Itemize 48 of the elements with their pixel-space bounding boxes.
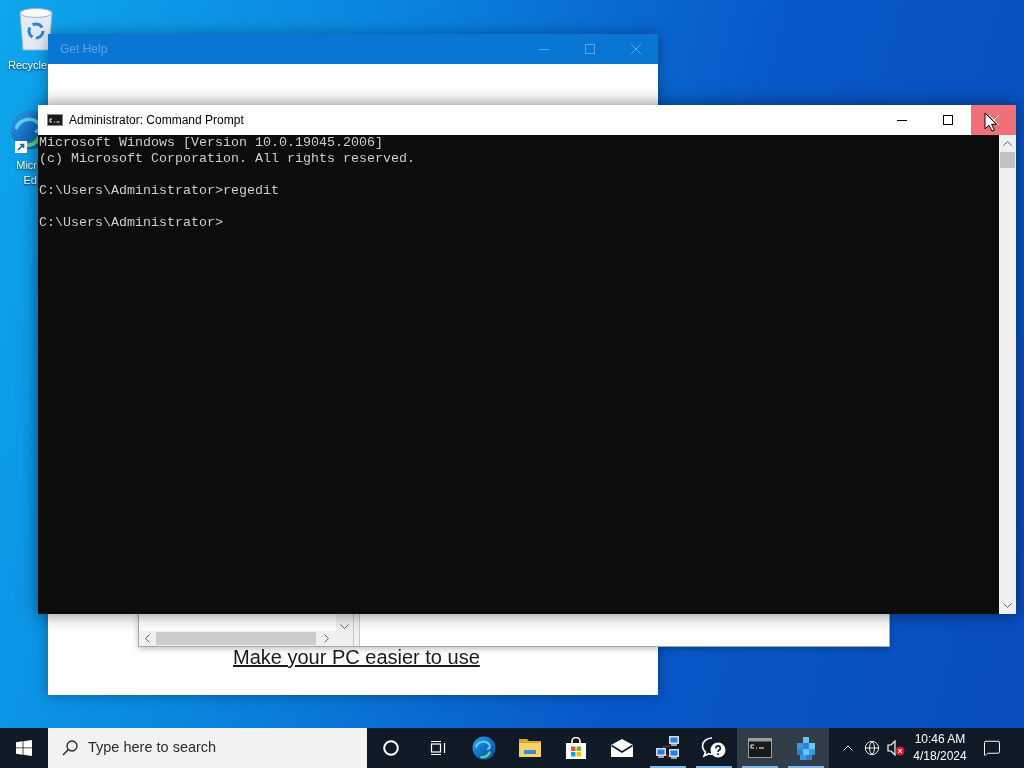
networked-computers-icon: [655, 736, 681, 760]
chevron-up-icon[interactable]: [1003, 141, 1012, 146]
window-stack-icon: [430, 740, 446, 756]
cubes-icon: [794, 736, 818, 760]
scrollbar[interactable]: [139, 631, 353, 646]
clock-button[interactable]: 10:46 AM 4/18/2024: [908, 728, 972, 768]
close-button[interactable]: [971, 105, 1016, 135]
scrollbar[interactable]: [999, 135, 1016, 614]
console-line: (c) Microsoft Corporation. All rights reserved.: [39, 151, 415, 167]
speech-bubble-icon: [983, 739, 1001, 757]
mouse-pointer-icon: [984, 112, 997, 132]
folder-icon: [518, 738, 542, 758]
minimize-icon: [539, 48, 549, 50]
globe-icon: [864, 740, 880, 756]
maximize-icon: [585, 44, 595, 54]
close-icon: [630, 44, 641, 54]
recycle-bin-icon[interactable]: [16, 6, 56, 52]
search-input[interactable]: Type here to search: [88, 737, 359, 759]
swirl-logo-icon: [472, 736, 496, 760]
window-title: Get Help: [59, 41, 109, 58]
taskbar-button[interactable]: [737, 728, 783, 768]
windows-logo-icon: [16, 740, 32, 756]
console-line: Microsoft Windows [Version 10.0.19045.2006]: [39, 135, 383, 151]
chevron-down-icon[interactable]: [340, 624, 349, 629]
help-bubble-icon: [701, 736, 727, 760]
ring-icon: [383, 740, 399, 756]
chevron-down-icon[interactable]: [1003, 603, 1012, 608]
shortcut-arrow-icon: [15, 141, 27, 153]
icon-label: Ed: [23, 173, 37, 188]
scrollbar-thumb[interactable]: [1000, 152, 1015, 168]
search-bar[interactable]: Type here to search: [48, 728, 367, 768]
scrollbar-thumb[interactable]: [156, 632, 316, 645]
close-icon: [988, 115, 999, 125]
search-icon: [62, 740, 78, 756]
shopping-bag-icon: [565, 737, 587, 759]
console-line: C:\Users\Administrator>: [39, 215, 223, 231]
help-link[interactable]: Make your PC easier to use: [233, 646, 658, 669]
icon-label: Micr: [16, 158, 37, 173]
icon-label: Recycle: [8, 58, 48, 73]
maximize-icon: [943, 115, 953, 125]
terminal-icon: [748, 738, 772, 758]
console-line: C:\Users\Administrator>regedit: [39, 183, 279, 199]
terminal-icon: [47, 114, 63, 126]
chevron-right-icon[interactable]: [323, 634, 329, 643]
window-title: Administrator: Command Prompt: [69, 112, 245, 129]
chevron-left-icon[interactable]: [145, 634, 150, 643]
minimize-icon: [897, 119, 907, 121]
envelope-icon: [610, 739, 634, 757]
